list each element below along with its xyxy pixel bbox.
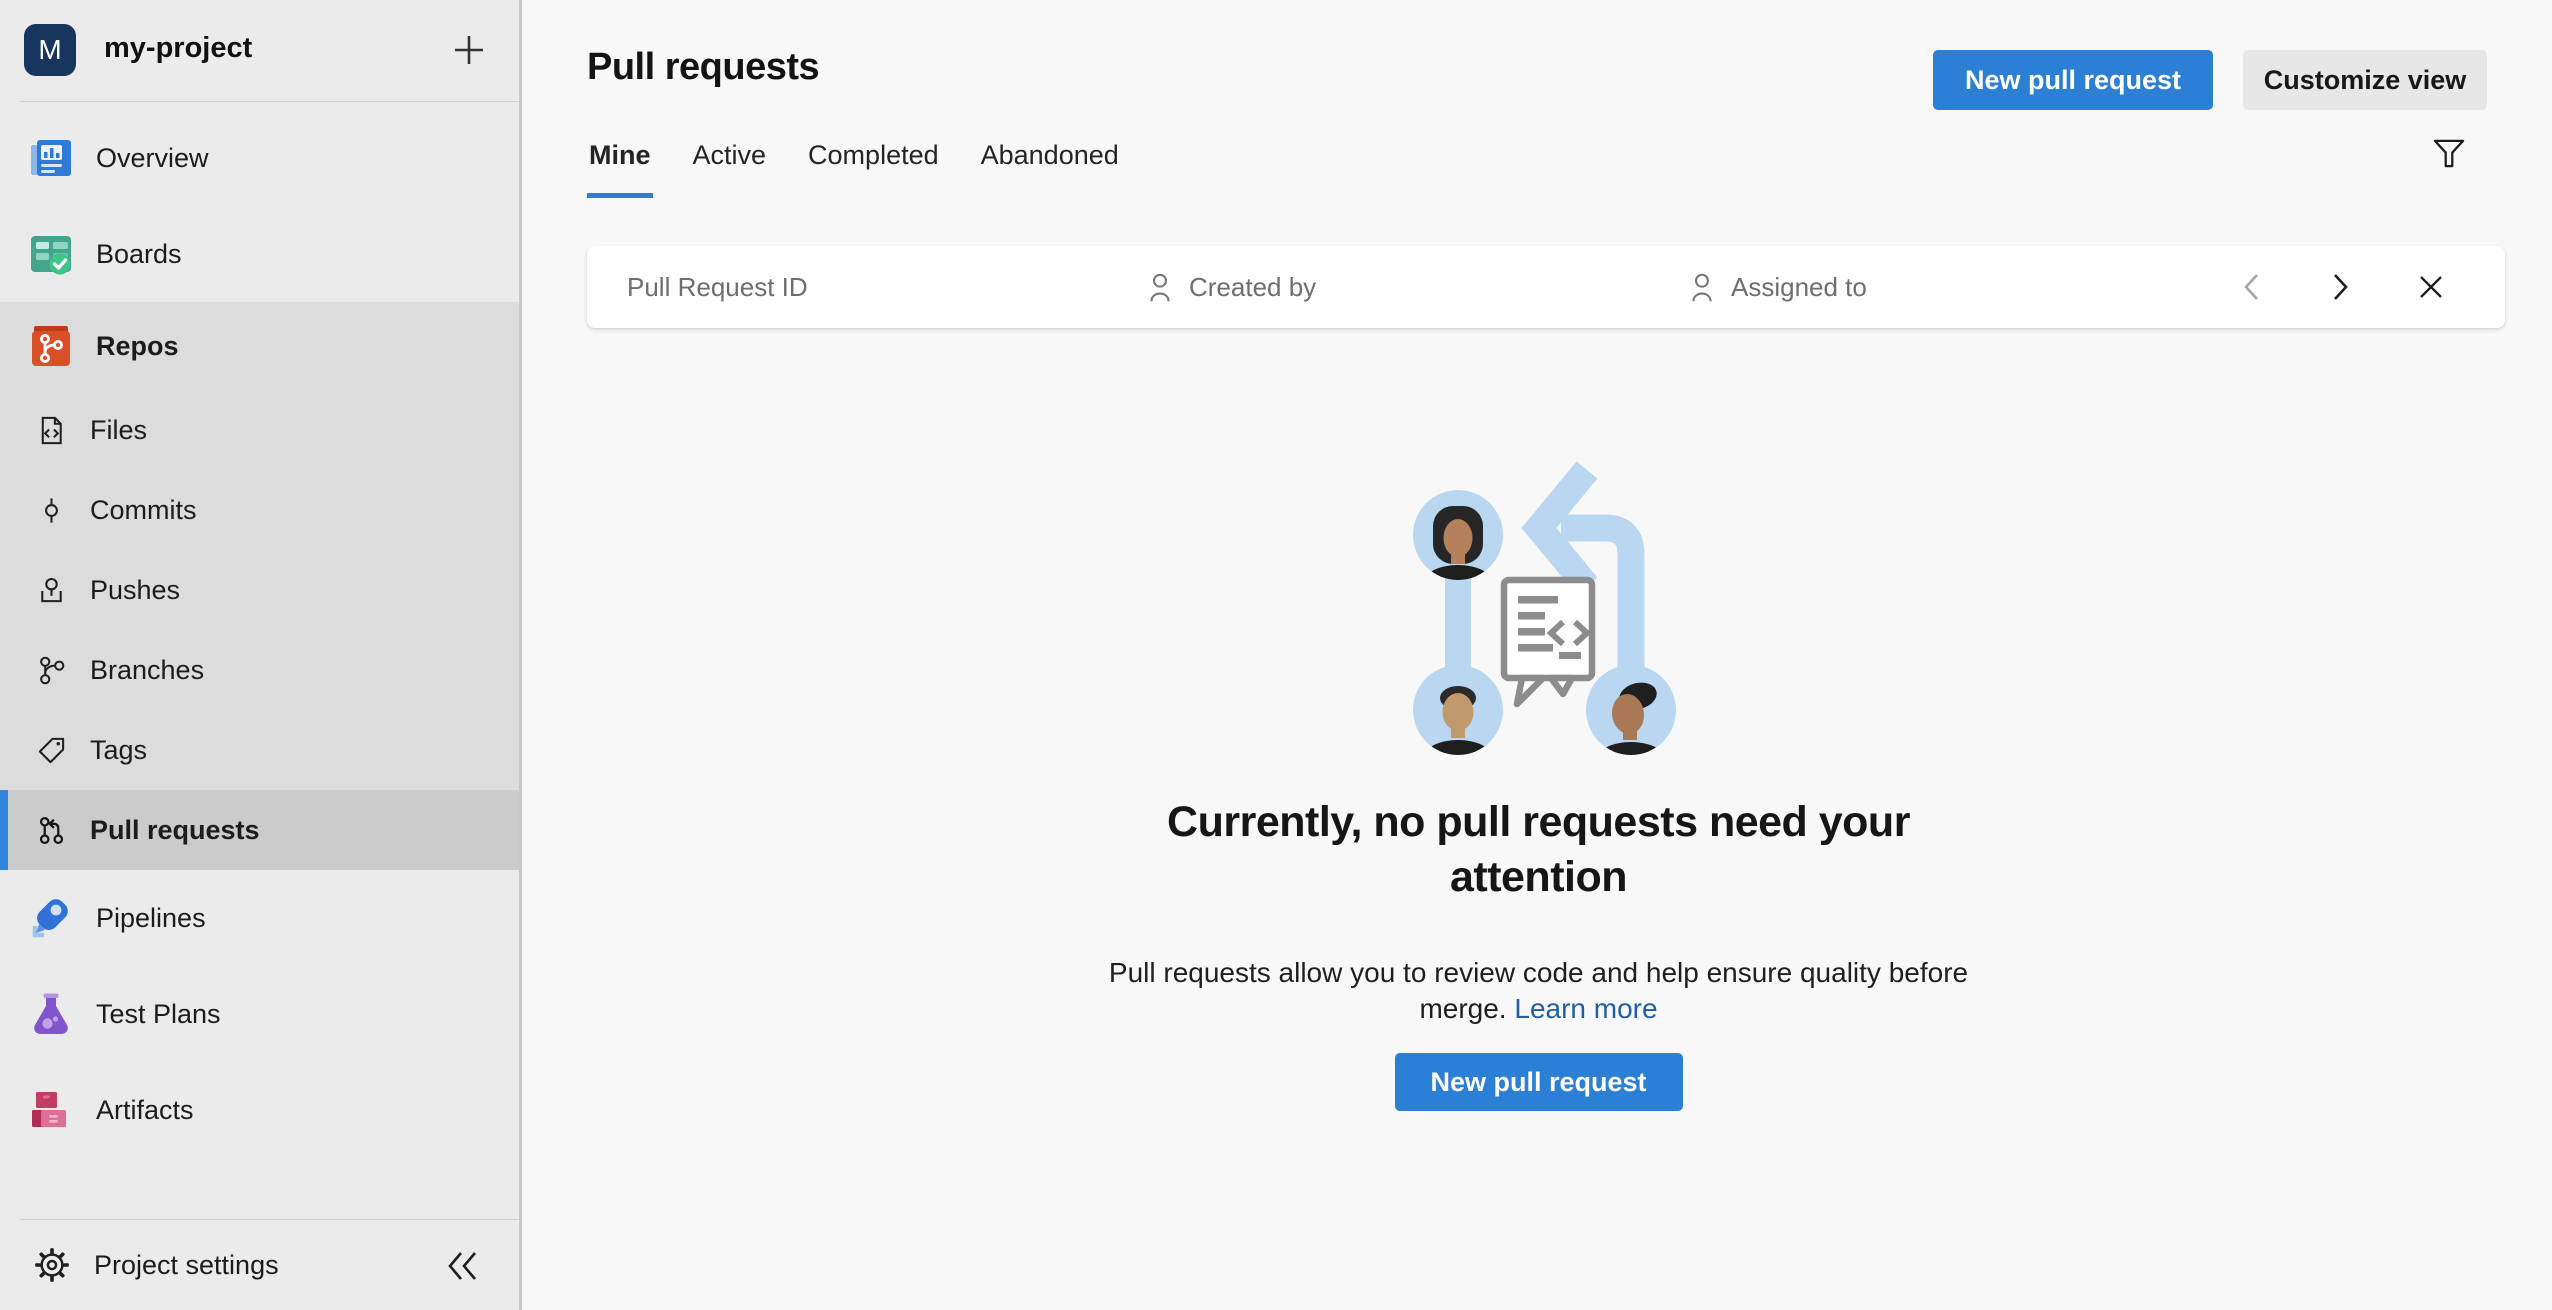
- tab-mine[interactable]: Mine: [587, 136, 653, 198]
- pushes-icon: [32, 575, 70, 606]
- close-icon: [2417, 273, 2445, 301]
- empty-state-new-pull-request-button[interactable]: New pull request: [1394, 1053, 1682, 1111]
- pull-request-id-input[interactable]: [627, 272, 1145, 303]
- project-avatar[interactable]: M: [24, 24, 76, 76]
- repos-icon: [26, 322, 76, 370]
- sidebar-item-label: Files: [90, 415, 147, 446]
- sidebar-item-label: Project settings: [94, 1250, 279, 1281]
- commits-icon: [32, 495, 70, 526]
- sidebar-item-boards[interactable]: Boards: [0, 206, 519, 302]
- sidebar-item-repos[interactable]: Repos: [0, 302, 519, 390]
- gear-icon: [32, 1247, 72, 1283]
- assigned-to-label: Assigned to: [1731, 272, 1867, 303]
- pull-request-tabs: Mine Active Completed Abandoned: [587, 136, 1121, 198]
- sidebar-item-pull-requests[interactable]: Pull requests: [0, 790, 519, 870]
- tab-active[interactable]: Active: [691, 136, 769, 198]
- sidebar-item-label: Pipelines: [96, 903, 206, 934]
- filter-bar: Created by Assigned to: [587, 246, 2505, 328]
- empty-state-description: Pull requests allow you to review code a…: [525, 955, 2552, 1027]
- sidebar-item-label: Commits: [90, 495, 197, 526]
- add-project-item-button[interactable]: [447, 28, 491, 72]
- created-by-label: Created by: [1189, 272, 1316, 303]
- collapse-sidebar-button[interactable]: [441, 1244, 485, 1288]
- new-pull-request-button[interactable]: New pull request: [1933, 50, 2213, 110]
- learn-more-link[interactable]: Learn more: [1514, 993, 1657, 1024]
- sidebar-item-project-settings[interactable]: Project settings: [0, 1220, 519, 1310]
- sidebar-item-files[interactable]: Files: [0, 390, 519, 470]
- chevron-right-icon: [2329, 271, 2353, 303]
- project-header: M my-project: [0, 0, 519, 101]
- artifacts-icon: [26, 1086, 76, 1134]
- pull-request-empty-illustration: [1391, 440, 1701, 780]
- chevron-left-icon: [2239, 271, 2263, 303]
- project-avatar-initial: M: [38, 34, 61, 66]
- boards-icon: [26, 230, 76, 278]
- sidebar-item-label: Pushes: [90, 575, 180, 606]
- created-by-filter[interactable]: Created by: [1145, 246, 1687, 328]
- sidebar-item-artifacts[interactable]: Artifacts: [0, 1062, 519, 1158]
- plus-icon: [449, 30, 489, 70]
- tab-completed[interactable]: Completed: [806, 136, 941, 198]
- files-icon: [32, 415, 70, 446]
- sidebar-item-label: Boards: [96, 239, 182, 270]
- sidebar-item-commits[interactable]: Commits: [0, 470, 519, 550]
- tags-icon: [32, 735, 70, 766]
- clear-filters-button[interactable]: [2413, 269, 2449, 305]
- sidebar-item-pipelines[interactable]: Pipelines: [0, 870, 519, 966]
- page-title: Pull requests: [587, 46, 819, 89]
- branches-icon: [32, 655, 70, 686]
- sidebar-nav: Overview Boards: [0, 102, 519, 1158]
- sidebar-item-label: Test Plans: [96, 999, 221, 1030]
- sidebar-item-pushes[interactable]: Pushes: [0, 550, 519, 630]
- sidebar-item-label: Branches: [90, 655, 204, 686]
- project-sidebar: M my-project: [0, 0, 522, 1310]
- sidebar-footer: Project settings: [0, 1219, 519, 1310]
- empty-state-heading: Currently, no pull requests need your at…: [525, 795, 2552, 905]
- sidebar-item-label: Repos: [96, 331, 179, 362]
- sidebar-item-label: Pull requests: [90, 815, 260, 846]
- sidebar-item-label: Overview: [96, 143, 209, 174]
- pull-request-id-filter[interactable]: [587, 246, 1145, 328]
- person-icon: [1145, 271, 1175, 303]
- test-plans-icon: [26, 990, 76, 1038]
- assigned-to-filter[interactable]: Assigned to: [1687, 246, 2233, 328]
- repos-section: Repos Files: [0, 302, 519, 870]
- sidebar-item-overview[interactable]: Overview: [0, 110, 519, 206]
- customize-view-button[interactable]: Customize view: [2243, 50, 2487, 110]
- sidebar-item-tags[interactable]: Tags: [0, 710, 519, 790]
- project-name[interactable]: my-project: [104, 32, 252, 65]
- sidebar-item-label: Artifacts: [96, 1095, 194, 1126]
- pull-request-icon: [32, 815, 70, 846]
- filter-pager: [2233, 269, 2505, 305]
- main-content: Pull requests New pull request Customize…: [525, 0, 2552, 1310]
- sidebar-item-test-plans[interactable]: Test Plans: [0, 966, 519, 1062]
- tab-abandoned[interactable]: Abandoned: [979, 136, 1121, 198]
- funnel-icon: [2432, 138, 2466, 169]
- pipelines-icon: [26, 894, 76, 942]
- sidebar-item-label: Tags: [90, 735, 147, 766]
- double-chevron-left-icon: [444, 1249, 482, 1283]
- overview-icon: [26, 134, 76, 182]
- previous-page-button[interactable]: [2233, 269, 2269, 305]
- person-icon: [1687, 271, 1717, 303]
- sidebar-item-branches[interactable]: Branches: [0, 630, 519, 710]
- app-window: M my-project: [0, 0, 2552, 1310]
- filter-toggle-button[interactable]: [2432, 138, 2466, 169]
- next-page-button[interactable]: [2323, 269, 2359, 305]
